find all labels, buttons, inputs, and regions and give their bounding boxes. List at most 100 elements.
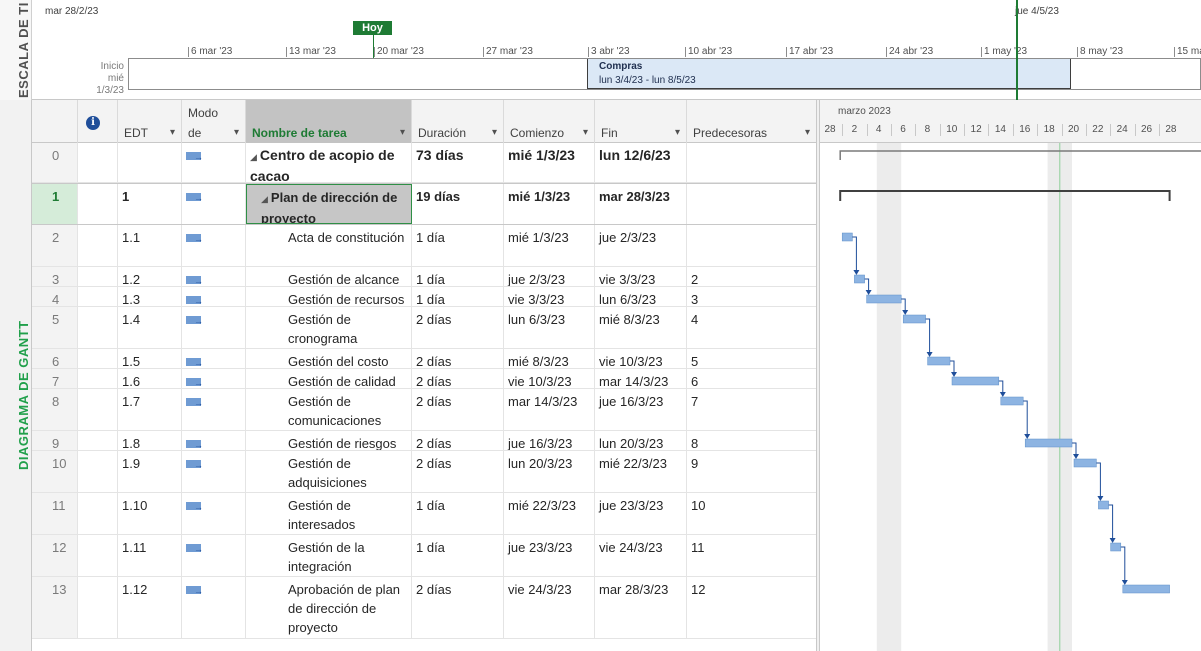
row-start[interactable]: jue 2/3/23 [504,267,595,286]
row-end[interactable]: mié 22/3/23 [595,451,687,492]
row-info[interactable] [78,267,118,286]
row-name[interactable]: Acta de constitución [246,225,412,266]
row-id[interactable]: 10 [32,451,78,492]
task-row[interactable]: 5 1.4 Gestión de cronograma 2 díaslun 6/3/2… [32,307,816,349]
row-edt[interactable]: 1.12 [118,577,182,638]
row-start[interactable]: vie 3/3/23 [504,287,595,306]
row-edt[interactable]: 1.3 [118,287,182,306]
row-edt[interactable]: 1.5 [118,349,182,368]
header-name[interactable]: Nombre de tarea ▾ [246,100,412,143]
row-end[interactable]: lun 20/3/23 [595,431,687,450]
row-duration[interactable]: 2 días [412,431,504,450]
row-duration[interactable]: 1 día [412,493,504,534]
row-info[interactable] [78,143,118,182]
gantt-chart[interactable]: marzo 2023 28 2 4 6 8 10 12 14 16 18 20 22 24 26 28 [820,100,1201,651]
row-mode[interactable] [182,287,246,306]
row-end[interactable]: vie 10/3/23 [595,349,687,368]
row-duration[interactable]: 2 días [412,307,504,348]
row-predecessors[interactable]: 8 [687,431,816,450]
row-predecessors[interactable]: 12 [687,577,816,638]
row-name[interactable]: Gestión de comunicaciones [246,389,412,430]
row-id[interactable]: 6 [32,349,78,368]
row-predecessors[interactable]: 2 [687,267,816,286]
row-info[interactable] [78,307,118,348]
task-row[interactable]: 2 1.1 Acta de constitución 1 díamié 1/3/23j… [32,225,816,267]
row-predecessors[interactable] [687,184,816,224]
row-info[interactable] [78,184,118,224]
task-row[interactable]: 11 1.10 Gestión de interesados 1 díamié 22/… [32,493,816,535]
row-info[interactable] [78,577,118,638]
row-id[interactable]: 4 [32,287,78,306]
row-name[interactable]: Gestión del costo [246,349,412,368]
row-mode[interactable] [182,184,246,224]
row-id[interactable]: 13 [32,577,78,638]
row-predecessors[interactable]: 4 [687,307,816,348]
row-name[interactable]: Aprobación de plan de dirección de proye… [246,577,412,638]
row-duration[interactable]: 1 día [412,225,504,266]
row-predecessors[interactable]: 7 [687,389,816,430]
row-mode[interactable] [182,143,246,182]
task-row[interactable]: 6 1.5 Gestión del costo 2 díasmié 8/3/23vie… [32,349,816,369]
row-id[interactable]: 0 [32,143,78,182]
row-start[interactable]: mié 22/3/23 [504,493,595,534]
row-end[interactable]: mar 14/3/23 [595,369,687,388]
row-info[interactable] [78,535,118,576]
chevron-down-icon[interactable]: ▾ [234,127,239,138]
row-info[interactable] [78,389,118,430]
row-end[interactable]: mar 28/3/23 [595,577,687,638]
row-name[interactable]: Gestión de la integración [246,535,412,576]
row-id[interactable]: 12 [32,535,78,576]
row-duration[interactable]: 2 días [412,349,504,368]
row-name[interactable]: ◢ Plan de dirección de proyecto [246,184,412,224]
row-edt[interactable]: 1.8 [118,431,182,450]
row-end[interactable]: mié 8/3/23 [595,307,687,348]
row-info[interactable] [78,369,118,388]
row-mode[interactable] [182,267,246,286]
chevron-down-icon[interactable]: ▾ [400,127,405,138]
row-name[interactable]: Gestión de recursos [246,287,412,306]
task-row[interactable]: 7 1.6 Gestión de calidad 2 díasvie 10/3/23m… [32,369,816,389]
task-row[interactable]: 13 1.12 Aprobación de plan de dirección de… [32,577,816,639]
header-duration[interactable]: Duración ▾ [412,100,504,143]
row-predecessors[interactable]: 9 [687,451,816,492]
timeline-task-compras[interactable]: Compras lun 3/4/23 - lun 8/5/23 [587,59,1071,89]
row-duration[interactable]: 2 días [412,451,504,492]
row-info[interactable] [78,349,118,368]
row-mode[interactable] [182,577,246,638]
task-row[interactable]: 11◢Plan de dirección de proyecto19 díasm… [32,183,816,225]
row-duration[interactable]: 19 días [412,184,504,224]
row-id[interactable]: 8 [32,389,78,430]
row-end[interactable]: jue 16/3/23 [595,389,687,430]
row-start[interactable]: mié 1/3/23 [504,184,595,224]
chevron-down-icon[interactable]: ▾ [675,127,680,138]
row-edt[interactable]: 1.1 [118,225,182,266]
row-start[interactable]: lun 20/3/23 [504,451,595,492]
row-duration[interactable]: 1 día [412,535,504,576]
row-id[interactable]: 7 [32,369,78,388]
row-name[interactable]: Gestión de calidad [246,369,412,388]
row-start[interactable]: mié 1/3/23 [504,225,595,266]
row-name[interactable]: ◢ Centro de acopio de cacao [246,143,412,182]
row-mode[interactable] [182,451,246,492]
header-id[interactable] [32,100,78,143]
row-end[interactable]: lun 6/3/23 [595,287,687,306]
row-mode[interactable] [182,369,246,388]
collapse-triangle-icon[interactable]: ◢ [250,152,257,162]
gantt-view[interactable]: DIAGRAMA DE GANTT i EDT ▾ Modo de ▾ Nomb… [0,100,1201,651]
row-mode[interactable] [182,225,246,266]
row-mode[interactable] [182,535,246,576]
task-row[interactable]: 10 1.9 Gestión de adquisiciones 2 díaslun 2… [32,451,816,493]
row-start[interactable]: mar 14/3/23 [504,389,595,430]
row-start[interactable]: jue 16/3/23 [504,431,595,450]
row-duration[interactable]: 73 días [412,143,504,182]
row-edt[interactable]: 1.6 [118,369,182,388]
row-predecessors[interactable] [687,225,816,266]
chevron-down-icon[interactable]: ▾ [805,127,810,138]
row-id[interactable]: 11 [32,493,78,534]
row-name[interactable]: Gestión de cronograma [246,307,412,348]
chevron-down-icon[interactable]: ▾ [170,127,175,138]
row-duration[interactable]: 2 días [412,577,504,638]
row-id[interactable]: 1 [32,184,78,224]
row-info[interactable] [78,225,118,266]
row-name[interactable]: Gestión de riesgos [246,431,412,450]
